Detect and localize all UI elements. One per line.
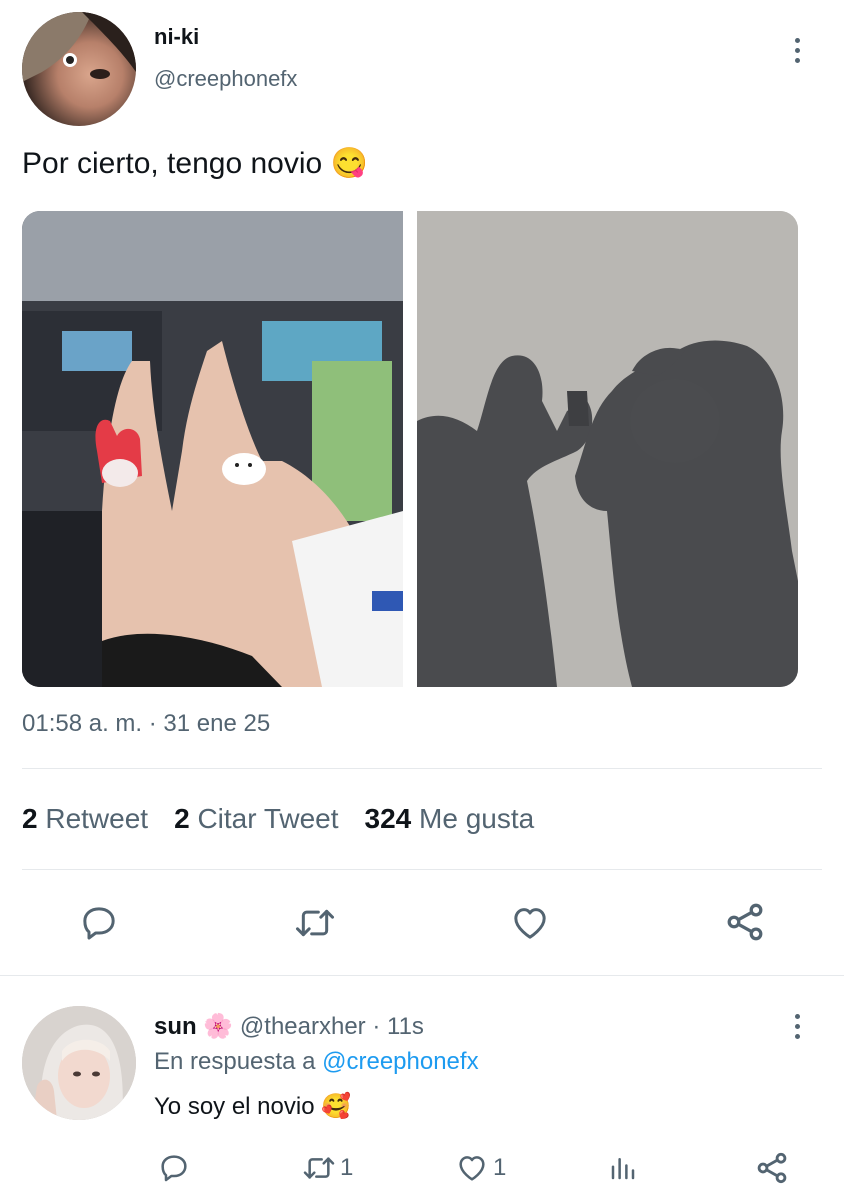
share-icon[interactable]	[721, 898, 769, 946]
quote-count: 2	[174, 803, 190, 834]
likes-stat[interactable]: 324 Me gusta	[365, 803, 535, 835]
more-options-icon[interactable]	[793, 38, 801, 63]
divider	[0, 975, 844, 976]
avatar-photo	[22, 12, 136, 82]
reply-retweet-icon	[300, 1152, 338, 1184]
divider	[22, 768, 822, 769]
retweet-count: 2	[22, 803, 38, 834]
like-icon[interactable]	[507, 900, 553, 946]
reply-retweet-count: 1	[340, 1154, 354, 1181]
divider	[22, 869, 822, 870]
reply-context-prefix: En respuesta a	[154, 1048, 316, 1075]
reply-text: Yo soy el novio	[154, 1093, 315, 1120]
author-display-name[interactable]: ni-ki	[154, 24, 199, 50]
reply-reply-icon[interactable]	[156, 1150, 192, 1186]
media-photo-shadows[interactable]	[417, 211, 798, 687]
like-label: Me gusta	[419, 803, 535, 834]
retweets-stat[interactable]: 2 Retweet	[22, 803, 148, 835]
reply-analytics-icon[interactable]	[606, 1150, 640, 1186]
author-handle[interactable]: @creephonefx	[154, 66, 297, 92]
face-savoring-emoji: 😋	[330, 147, 368, 180]
reply-context: En respuesta a @creephonefx	[154, 1048, 479, 1076]
reply-time[interactable]: · 11s	[372, 1013, 424, 1040]
reply-retweet-button[interactable]: 1	[300, 1150, 353, 1186]
reply-like-icon	[455, 1152, 489, 1184]
tweet-text: Por cierto, tengo novio	[22, 147, 323, 180]
retweet-label: Retweet	[45, 803, 149, 834]
reply-handle[interactable]: @thearxher	[240, 1013, 366, 1040]
smiling-face-with-hearts-emoji: 🥰	[321, 1093, 352, 1120]
reply-author-avatar[interactable]	[22, 1006, 136, 1120]
like-count: 324	[364, 803, 412, 834]
tweet-text-line: Por cierto, tengo novio 😋	[22, 146, 368, 181]
reply-share-icon[interactable]	[752, 1148, 792, 1188]
media-photo-rings[interactable]	[22, 211, 403, 687]
media-grid[interactable]	[22, 211, 798, 687]
reply-context-handle[interactable]: @creephonefx	[322, 1048, 478, 1075]
retweet-icon[interactable]	[290, 900, 340, 946]
author-avatar[interactable]	[22, 12, 136, 126]
reply-avatar-photo	[22, 1006, 136, 1120]
tweet-stats: 2 Retweet 2 Citar Tweet 324 Me gusta	[22, 803, 534, 835]
reply-more-options-icon[interactable]	[793, 1014, 801, 1039]
cherry-blossom-emoji: 🌸	[203, 1013, 234, 1040]
reply-text-line: Yo soy el novio 🥰	[154, 1092, 351, 1121]
quotes-stat[interactable]: 2 Citar Tweet	[174, 803, 338, 835]
tweet-timestamp[interactable]: 01:58 a. m. · 31 ene 25	[22, 710, 270, 738]
reply-like-count: 1	[493, 1154, 507, 1181]
reply-display-name[interactable]: sun	[154, 1013, 197, 1040]
reply-header: sun 🌸 @thearxher · 11s	[154, 1012, 424, 1041]
reply-icon[interactable]	[76, 900, 122, 946]
quote-label: Citar Tweet	[197, 803, 339, 834]
reply-like-button[interactable]: 1	[455, 1150, 506, 1186]
